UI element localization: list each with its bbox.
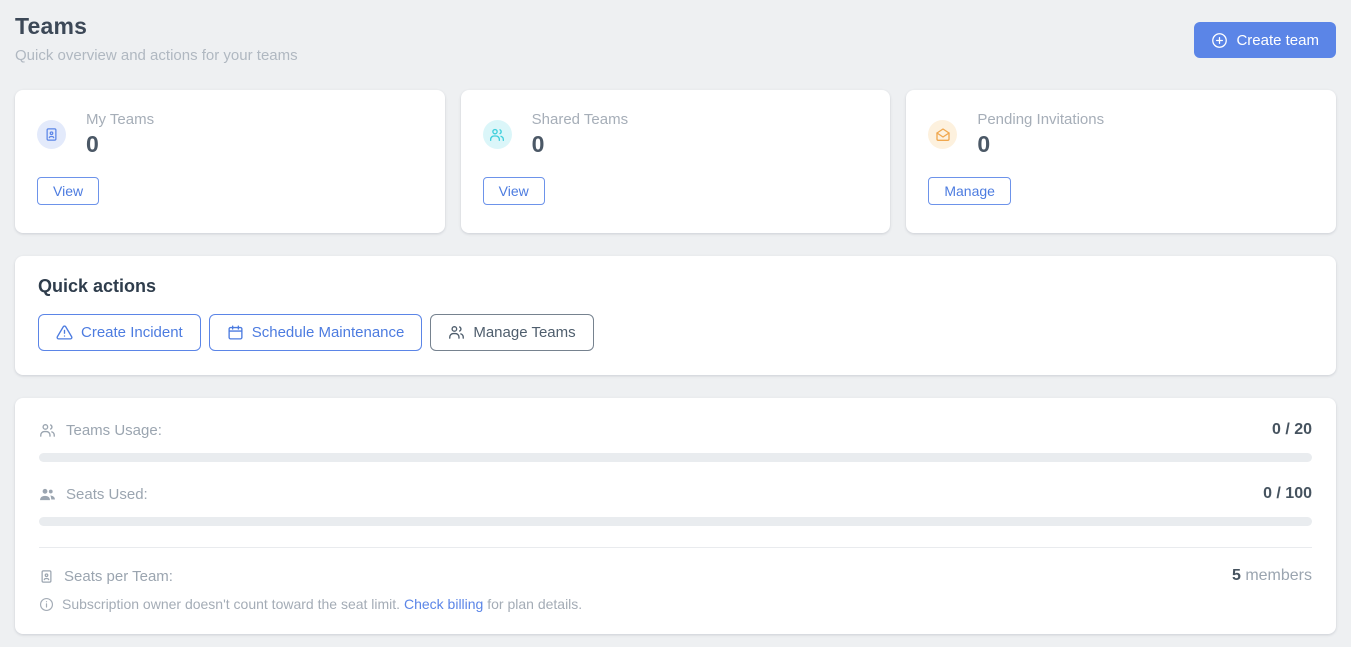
seats-per-team-label: Seats per Team: bbox=[64, 568, 173, 585]
summary-cards: My Teams 0 View Shared Teams 0 View bbox=[15, 90, 1336, 233]
header-text: Teams Quick overview and actions for you… bbox=[15, 13, 298, 64]
seats-used-progress-bar bbox=[39, 517, 1312, 526]
page-subtitle: Quick overview and actions for your team… bbox=[15, 47, 298, 64]
note-text-before: Subscription owner doesn't count toward … bbox=[62, 596, 404, 612]
schedule-maintenance-label: Schedule Maintenance bbox=[252, 324, 405, 341]
card-text: Pending Invitations 0 bbox=[977, 111, 1104, 158]
users-icon bbox=[448, 324, 465, 341]
note-text-after: for plan details. bbox=[483, 596, 582, 612]
manage-teams-button[interactable]: Manage Teams bbox=[430, 314, 593, 351]
card-value: 0 bbox=[86, 131, 154, 158]
page-title: Teams bbox=[15, 13, 298, 40]
quick-actions-title: Quick actions bbox=[38, 276, 1313, 297]
seats-used-label: Seats Used: bbox=[66, 486, 148, 503]
quick-actions-panel: Quick actions Create Incident Schedule M… bbox=[15, 256, 1336, 375]
my-teams-card: My Teams 0 View bbox=[15, 90, 445, 233]
teams-usage-row: Teams Usage: 0 / 20 bbox=[39, 421, 1312, 439]
seats-per-team-value: 5 members bbox=[1232, 567, 1312, 585]
quick-actions-buttons: Create Incident Schedule Maintenance Man… bbox=[38, 314, 1313, 351]
card-text: My Teams 0 bbox=[86, 111, 154, 158]
create-team-button[interactable]: Create team bbox=[1194, 22, 1336, 58]
card-label: Pending Invitations bbox=[977, 111, 1104, 128]
pending-invitations-manage-button[interactable]: Manage bbox=[928, 177, 1011, 205]
calendar-icon bbox=[227, 324, 244, 341]
manage-teams-label: Manage Teams bbox=[473, 324, 575, 341]
schedule-maintenance-button[interactable]: Schedule Maintenance bbox=[209, 314, 423, 351]
seats-used-label-group: Seats Used: bbox=[39, 486, 148, 503]
create-team-label: Create team bbox=[1236, 32, 1319, 49]
contact-badge-icon bbox=[39, 569, 54, 584]
page-header: Teams Quick overview and actions for you… bbox=[15, 13, 1336, 64]
teams-page: Teams Quick overview and actions for you… bbox=[0, 0, 1351, 647]
card-text: Shared Teams 0 bbox=[532, 111, 628, 158]
seats-per-team-suffix: members bbox=[1241, 567, 1312, 584]
create-incident-button[interactable]: Create Incident bbox=[38, 314, 201, 351]
seats-per-team-row: Seats per Team: 5 members bbox=[39, 567, 1312, 585]
teams-usage-value: 0 / 20 bbox=[1272, 421, 1312, 439]
users-filled-icon bbox=[39, 486, 56, 503]
info-circle-icon bbox=[39, 597, 54, 612]
teams-usage-progress-bar bbox=[39, 453, 1312, 462]
divider bbox=[39, 547, 1312, 548]
card-value: 0 bbox=[977, 131, 1104, 158]
contact-badge-icon bbox=[37, 120, 66, 149]
seat-limit-note: Subscription owner doesn't count toward … bbox=[39, 596, 1312, 612]
seats-used-value: 0 / 100 bbox=[1263, 485, 1312, 503]
seats-per-team-label-group: Seats per Team: bbox=[39, 568, 173, 585]
teams-usage-label-group: Teams Usage: bbox=[39, 422, 162, 439]
check-billing-link[interactable]: Check billing bbox=[404, 596, 483, 612]
create-incident-label: Create Incident bbox=[81, 324, 183, 341]
shared-teams-view-button[interactable]: View bbox=[483, 177, 545, 205]
shared-teams-card: Shared Teams 0 View bbox=[461, 90, 891, 233]
card-label: My Teams bbox=[86, 111, 154, 128]
usage-panel: Teams Usage: 0 / 20 Seats Used: 0 / 100 bbox=[15, 398, 1336, 634]
seats-per-team-count: 5 bbox=[1232, 567, 1241, 584]
teams-usage-label: Teams Usage: bbox=[66, 422, 162, 439]
users-outline-icon bbox=[39, 422, 56, 439]
pending-invitations-card: Pending Invitations 0 Manage bbox=[906, 90, 1336, 233]
mail-open-icon bbox=[928, 120, 957, 149]
my-teams-view-button[interactable]: View bbox=[37, 177, 99, 205]
card-value: 0 bbox=[532, 131, 628, 158]
card-label: Shared Teams bbox=[532, 111, 628, 128]
users-icon bbox=[483, 120, 512, 149]
plus-circle-icon bbox=[1211, 32, 1228, 49]
alert-triangle-icon bbox=[56, 324, 73, 341]
seats-used-row: Seats Used: 0 / 100 bbox=[39, 485, 1312, 503]
note-text: Subscription owner doesn't count toward … bbox=[62, 596, 582, 612]
